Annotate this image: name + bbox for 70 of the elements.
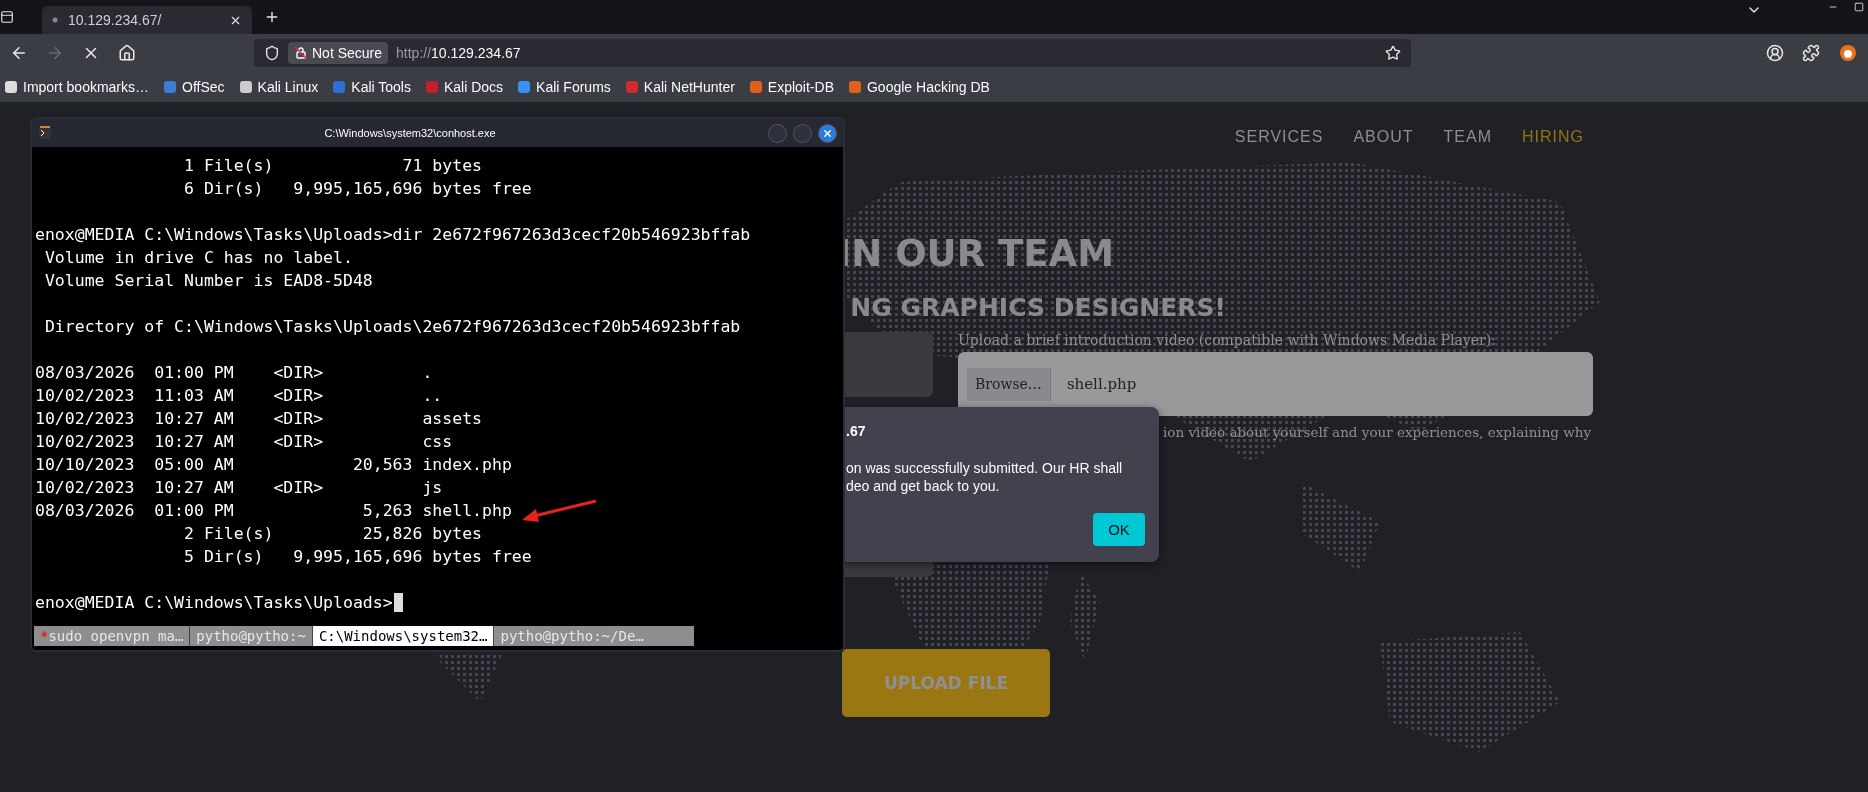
bookmark-link[interactable]: Exploit-DB (748, 79, 834, 95)
nav-link[interactable]: HIRING (1522, 128, 1584, 146)
terminal-line: 10/02/2023 11:03 AM <DIR> .. (35, 385, 444, 407)
lock-icon (294, 46, 308, 60)
site-icon (424, 80, 439, 94)
bookmark-link[interactable]: OffSec (163, 79, 225, 95)
tab-list-icon[interactable] (0, 10, 14, 24)
terminal-tab[interactable]: C:\Windows\system32… (311, 626, 494, 646)
file-input[interactable]: Browse… shell.php (958, 352, 1593, 416)
terminal-line: Volume Serial Number is EAD8-5D48 (43, 270, 374, 292)
window-title: C:\Windows\system32\conhost.exe (323, 127, 497, 139)
ok-button[interactable]: OK (1093, 513, 1145, 546)
bookmark-link[interactable]: Kali Linux (238, 79, 319, 95)
dialog-message: deo and get back to you. (846, 477, 1001, 495)
site-icon (332, 80, 347, 94)
terminal-line: 2 File(s) 25,826 bytes (183, 523, 484, 545)
terminal-line: 10/02/2023 10:27 AM <DIR> js (35, 477, 444, 499)
description-text: ion video about yourself and your experiences, explaining why (1163, 424, 1593, 440)
nav-link[interactable]: ABOUT (1353, 128, 1414, 146)
terminal-line: Directory of C:\Windows\Tasks\Uploads\2e672f967263d3cecf20b546923bffab (43, 316, 742, 338)
bookmark-link[interactable]: Kali Forums (517, 79, 611, 95)
page-subtitle: NG GRAPHICS DESIGNERS! (850, 293, 1226, 322)
bookmark-link[interactable]: Google Hacking DB (848, 79, 990, 95)
site-icon (238, 80, 253, 94)
site-icon (748, 80, 763, 94)
site-icon (624, 80, 639, 94)
site-icon (848, 80, 862, 94)
terminal-icon (38, 126, 52, 140)
site-icon (4, 80, 18, 94)
file-name: shell.php (1066, 375, 1137, 393)
loading-icon (52, 17, 58, 23)
dialog-message: on was successfully submitted. Our HR shall (846, 459, 1124, 477)
star-icon[interactable] (1385, 45, 1401, 61)
terminal-line: Volume in drive C has no label. (43, 247, 354, 269)
puzzle-icon[interactable] (1802, 44, 1820, 62)
back-icon[interactable] (10, 44, 28, 62)
upload-label: Upload a brief introduction video (compatible with Windows Media Player): (958, 332, 1497, 348)
nav-link[interactable]: SERVICES (1234, 128, 1324, 146)
bookmark-link[interactable]: Kali NetHunter (624, 79, 735, 95)
shield-icon[interactable] (264, 45, 280, 61)
browse-button[interactable]: Browse… (967, 367, 1051, 401)
terminal-line: 10/02/2023 10:27 AM <DIR> assets (35, 408, 484, 430)
terminal-line: 10/10/2023 05:00 AM 20,563 index.php (35, 454, 513, 476)
new-tab-icon[interactable] (264, 9, 280, 25)
browser-tab[interactable]: 10.129.234.67/ (42, 6, 252, 34)
bookmark-link[interactable]: Kali Docs (424, 79, 504, 95)
account-icon[interactable] (1766, 44, 1784, 62)
terminal-line: 08/03/2026 01:00 PM <DIR> . (35, 362, 434, 384)
maximize-icon[interactable] (1854, 2, 1864, 12)
close-icon (822, 127, 833, 139)
nav-link[interactable]: TEAM (1443, 128, 1492, 146)
home-icon[interactable] (118, 44, 136, 62)
dialog-origin: .67 (846, 423, 866, 439)
terminal-line: 6 Dir(s) 9,995,165,696 bytes free (183, 178, 533, 200)
bookmark-link[interactable]: Kali Tools (332, 79, 411, 95)
input-field[interactable] (845, 332, 933, 397)
terminal-line: 08/03/2026 01:00 PM 5,263 shell.php (35, 501, 512, 520)
terminal-line: enox@MEDIA C:\Windows\Tasks\Uploads>dir 2e672f967263d3cecf20b546923bffab (35, 224, 752, 246)
close-button[interactable] (818, 123, 837, 143)
bookmark-link[interactable]: Import bookmarks… (4, 79, 150, 95)
prompt-text: enox@MEDIA C:\Windows\Tasks\Uploads> (35, 593, 393, 612)
url-text: http://10.129.234.67 (396, 45, 522, 61)
not-secure-label[interactable]: Not Secure (288, 42, 389, 64)
address-bar[interactable]: Not Secure http://10.129.234.67 (254, 39, 1411, 67)
text-cursor (393, 593, 403, 612)
site-icon (517, 80, 532, 94)
site-icon (163, 80, 178, 94)
terminal-line: 1 File(s) 71 bytes (183, 155, 484, 177)
terminal-line: 5 Dir(s) 9,995,165,696 bytes free (183, 546, 533, 568)
terminal-line: 10/02/2023 10:27 AM <DIR> css (35, 431, 454, 453)
